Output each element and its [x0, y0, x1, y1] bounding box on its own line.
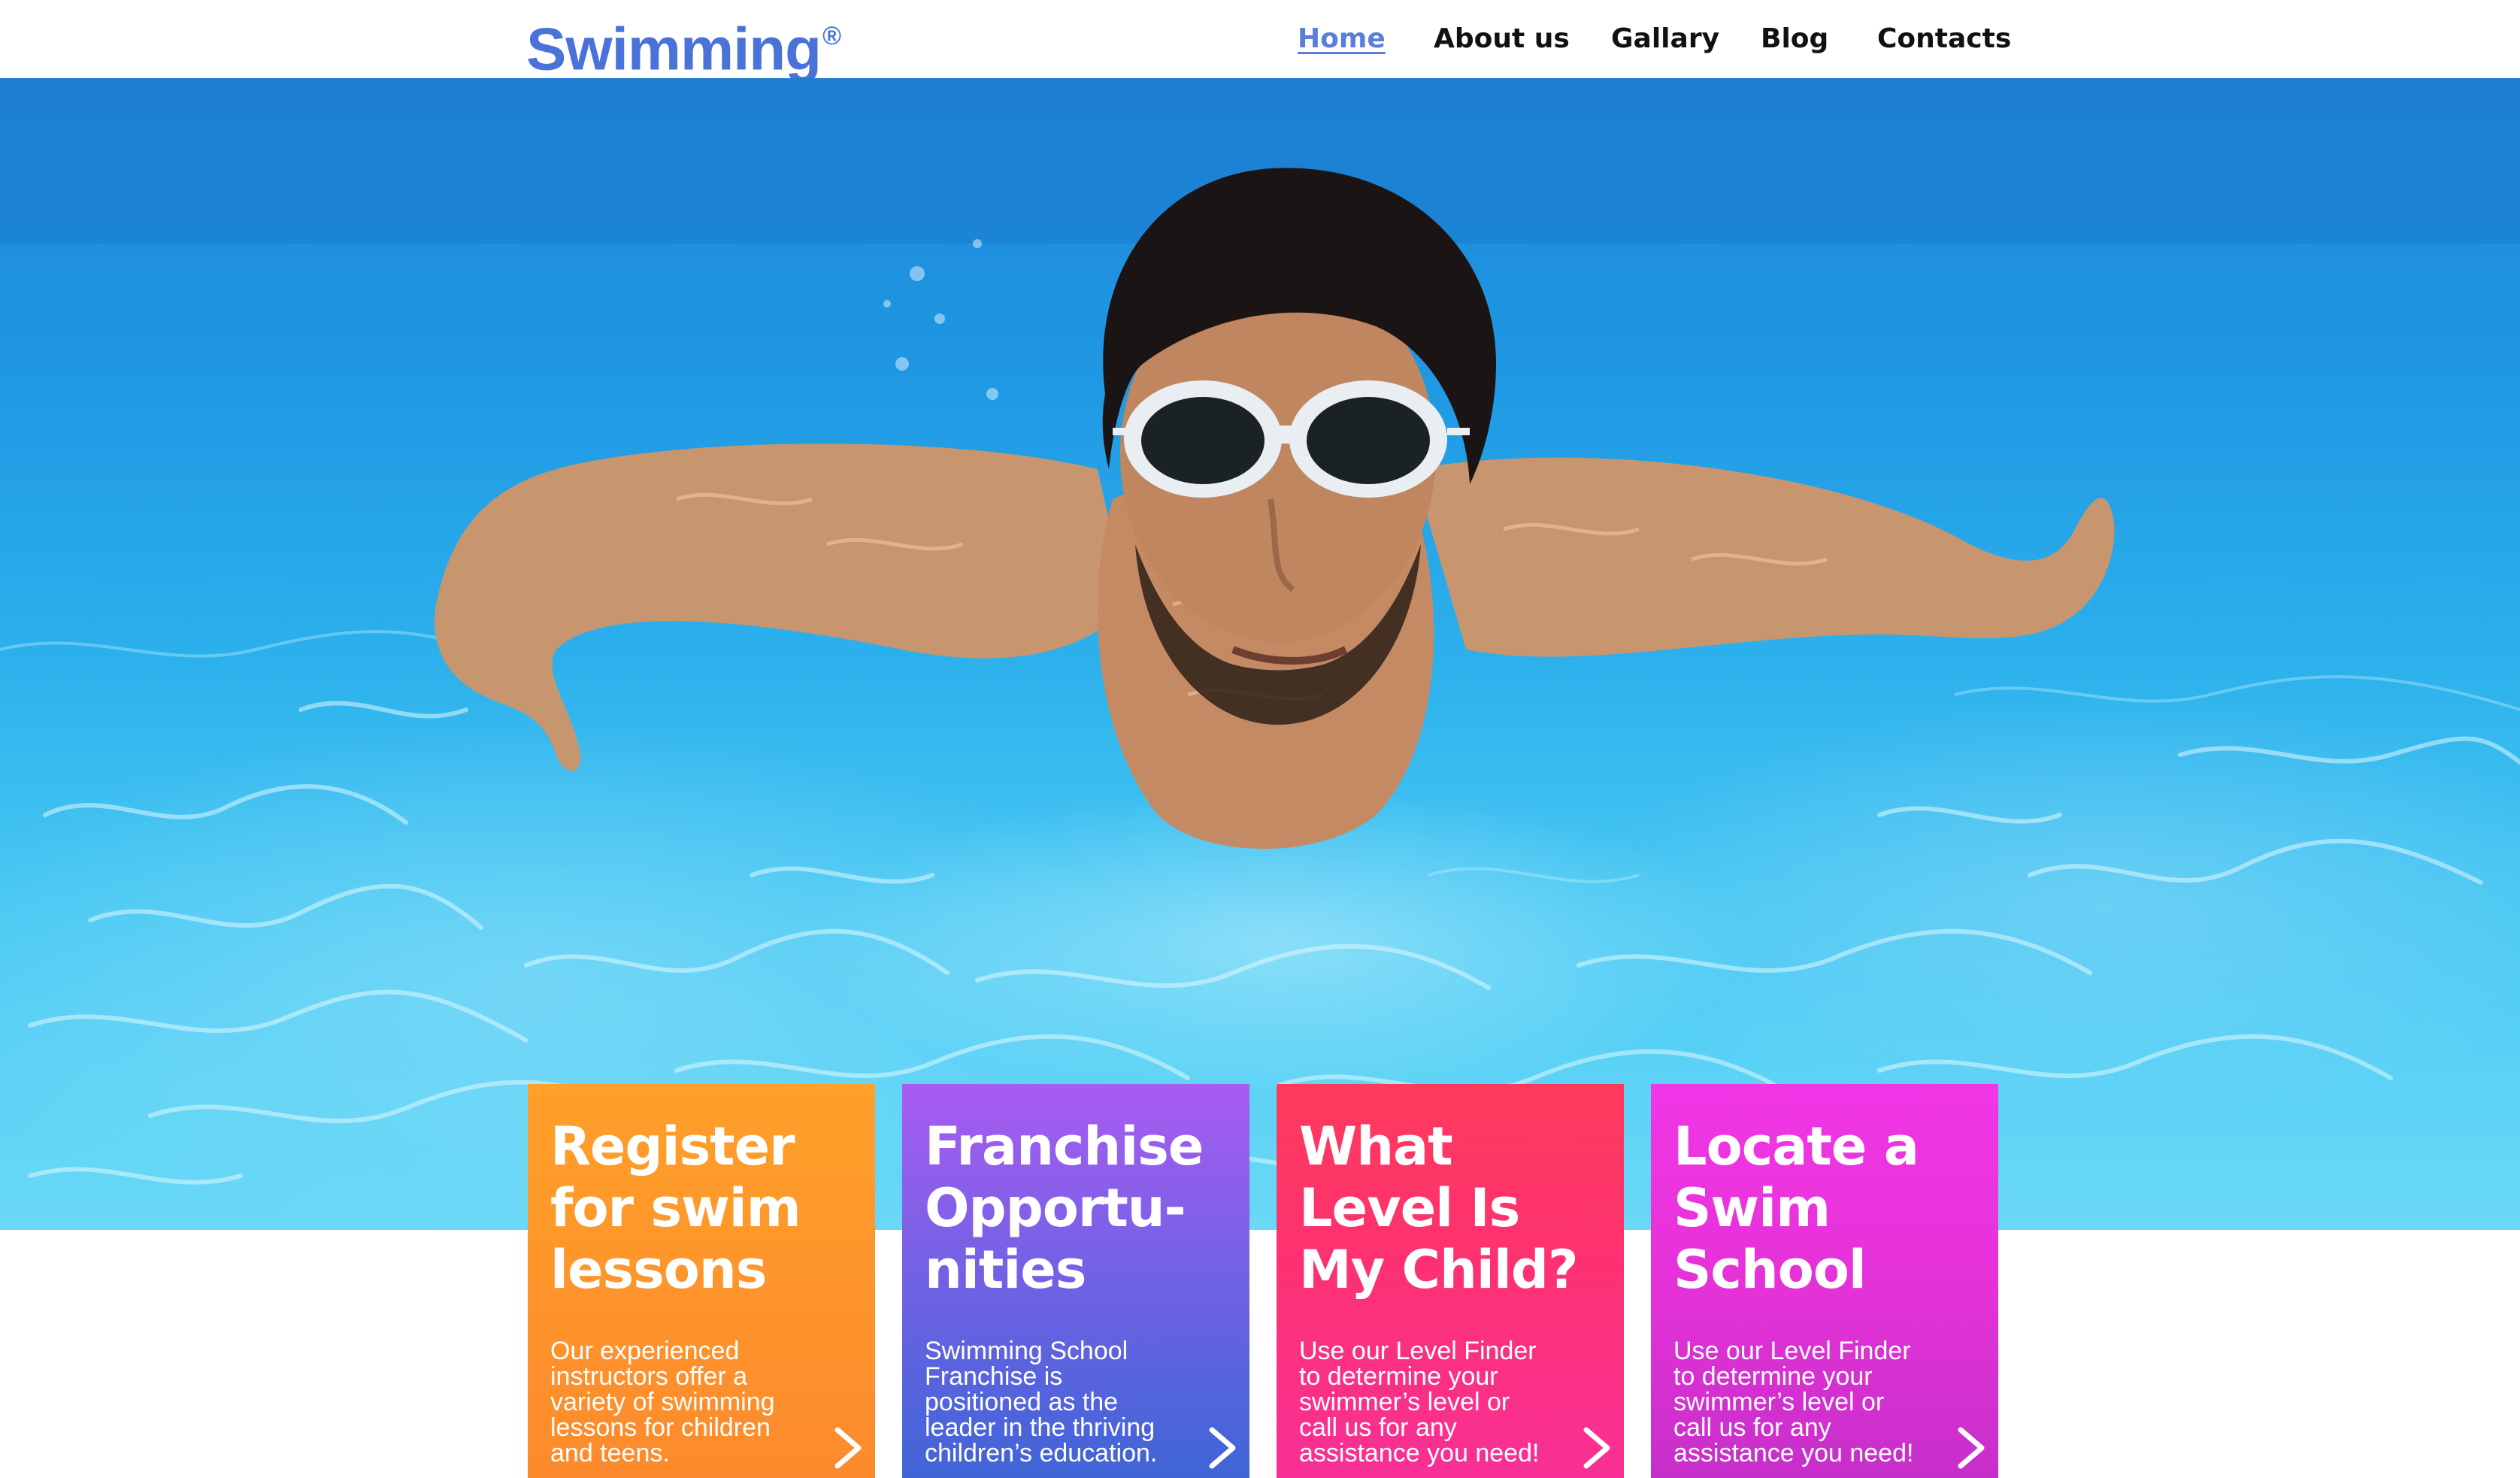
logo-text: Swimming [526, 15, 822, 83]
card-title: Locate a Swim School [1673, 1116, 1919, 1301]
card-locate[interactable]: Locate a Swim School Use our Level Finde… [1651, 1084, 1998, 1478]
nav-contacts[interactable]: Contacts [1877, 23, 2011, 56]
site-header: Swimming® Home About us Gallary Blog Con… [0, 0, 2520, 83]
card-text: Use our Level Finder to determine your s… [1673, 1337, 1914, 1467]
card-level[interactable]: What Level Is My Child? Use our Level Fi… [1277, 1084, 1624, 1478]
nav-gallary[interactable]: Gallary [1611, 23, 1719, 56]
card-title: Franchise Opportu-nities [925, 1116, 1204, 1301]
chevron-right-icon[interactable] [1955, 1427, 1988, 1469]
registered-mark: ® [822, 22, 841, 50]
card-franchise[interactable]: Franchise Opportu-nities Swimming School… [902, 1084, 1249, 1478]
card-text: Use our Level Finder to determine your s… [1299, 1337, 1540, 1467]
card-register[interactable]: Register for swim lessons Our experience… [528, 1084, 875, 1478]
swimmer-illustration [435, 168, 2115, 849]
hero-image [0, 78, 2520, 1230]
chevron-right-icon[interactable] [1206, 1427, 1239, 1469]
nav-blog[interactable]: Blog [1761, 23, 1828, 56]
chevron-right-icon[interactable] [831, 1427, 865, 1469]
card-text: Swimming School Franchise is positioned … [925, 1337, 1158, 1467]
card-title: What Level Is My Child? [1299, 1116, 1579, 1301]
card-text: Our experienced instructors offer a vari… [550, 1337, 775, 1467]
nav-home[interactable]: Home [1298, 23, 1386, 56]
card-title: Register for swim lessons [550, 1116, 801, 1301]
chevron-right-icon[interactable] [1580, 1427, 1613, 1469]
logo[interactable]: Swimming® [526, 5, 841, 86]
nav-about-us[interactable]: About us [1434, 23, 1570, 56]
